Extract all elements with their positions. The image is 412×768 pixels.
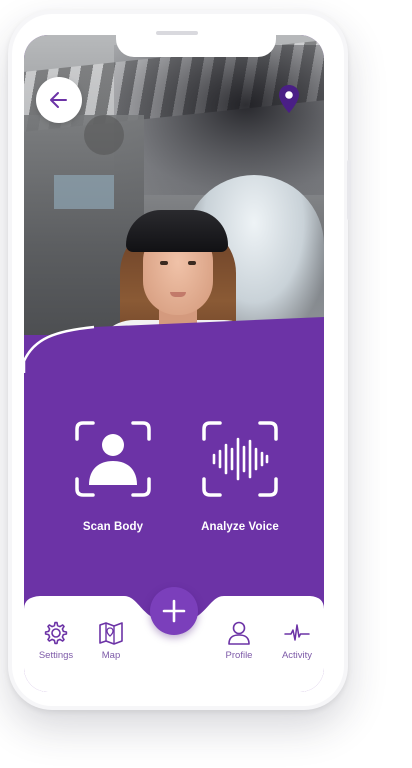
nav-label-profile: Profile bbox=[225, 650, 253, 661]
nav-item-profile[interactable]: Profile bbox=[211, 620, 267, 661]
phone-speaker bbox=[156, 31, 198, 35]
user-icon bbox=[228, 621, 250, 645]
nav-label-map: Map bbox=[101, 650, 121, 661]
nav-item-map[interactable]: Map bbox=[83, 620, 139, 661]
analyze-voice-button[interactable]: Analyze Voice bbox=[190, 419, 290, 533]
nav-label-activity: Activity bbox=[281, 650, 313, 661]
sound-wave-scan-icon bbox=[202, 421, 278, 497]
arrow-left-icon bbox=[50, 92, 67, 108]
phone-notch bbox=[116, 35, 276, 57]
plus-icon bbox=[162, 599, 186, 623]
pulse-icon bbox=[284, 624, 310, 641]
gear-icon bbox=[44, 621, 68, 645]
map-pin-icon[interactable] bbox=[278, 84, 300, 114]
app-screen: Scan Body Analyze Voice Settings Map Pro… bbox=[24, 35, 324, 692]
back-button[interactable] bbox=[36, 77, 82, 123]
panel-curve bbox=[24, 317, 324, 373]
analyze-voice-label: Analyze Voice bbox=[201, 521, 279, 533]
scan-body-button[interactable]: Scan Body bbox=[63, 419, 163, 533]
scan-body-label: Scan Body bbox=[82, 521, 144, 533]
nav-item-activity[interactable]: Activity bbox=[269, 620, 324, 661]
person-scan-icon bbox=[75, 421, 151, 497]
person-cap bbox=[126, 210, 228, 252]
nav-label-settings: Settings bbox=[38, 650, 74, 661]
add-button[interactable] bbox=[150, 587, 198, 635]
map-icon bbox=[99, 622, 123, 645]
phone-side-button bbox=[347, 160, 351, 220]
nav-item-settings[interactable]: Settings bbox=[28, 620, 84, 661]
